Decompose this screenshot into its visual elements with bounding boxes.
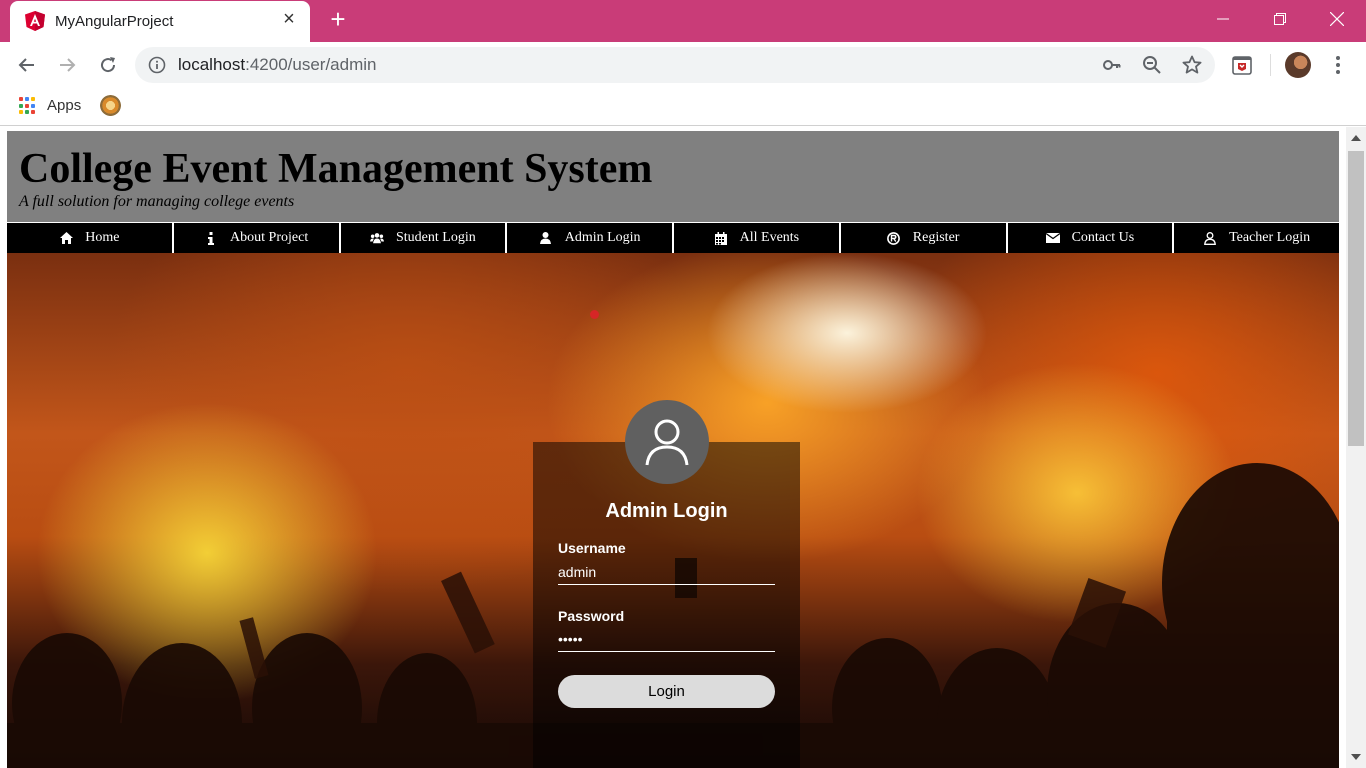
menu-item-about[interactable]: About Project [173, 223, 339, 253]
site-subtitle: A full solution for managing college eve… [19, 193, 295, 210]
kebab-menu-icon[interactable] [1325, 52, 1351, 78]
menu-label: About Project [230, 230, 309, 245]
zoom-out-icon[interactable] [1142, 55, 1162, 75]
menu-label: Teacher Login [1229, 230, 1311, 245]
info-icon [204, 231, 218, 245]
password-label: Password [558, 608, 625, 624]
registered-icon [887, 231, 901, 245]
browser-titlebar: MyAngularProject × + [0, 0, 1366, 42]
menu-label: All Events [739, 230, 800, 245]
back-arrow-icon[interactable] [14, 52, 40, 78]
menu-item-admin-login[interactable]: Admin Login [507, 223, 672, 253]
menu-label: Home [85, 230, 120, 245]
minimize-icon[interactable] [1194, 0, 1252, 38]
apps-bookmark-label[interactable]: Apps [47, 97, 81, 114]
scroll-thumb[interactable] [1348, 151, 1364, 446]
key-icon[interactable] [1102, 55, 1122, 75]
page-scrollbar[interactable] [1346, 127, 1366, 768]
login-card: Admin Login Username Password Login [533, 442, 800, 768]
window-close-icon[interactable] [1308, 0, 1366, 38]
menu-item-register[interactable]: Register [840, 223, 1006, 253]
bookmarks-bar: Apps [0, 88, 1366, 126]
menu-label: Admin Login [564, 230, 641, 245]
new-tab-icon[interactable]: + [326, 6, 350, 32]
forward-arrow-icon[interactable] [54, 52, 80, 78]
url-host: localhost [178, 55, 246, 74]
url-text[interactable]: localhost:4200/user/admin [178, 55, 376, 75]
bookmark-favicon-icon[interactable] [100, 95, 121, 116]
angular-icon [25, 11, 45, 31]
menu-label: Contact Us [1071, 230, 1135, 245]
menu-label: Register [912, 230, 960, 245]
main-menu: Home About Project Student Login Admin L… [7, 223, 1339, 253]
profile-avatar[interactable] [1285, 52, 1311, 78]
menu-item-student-login[interactable]: Student Login [340, 223, 506, 253]
menu-label: Student Login [396, 230, 476, 245]
user-avatar-icon [625, 400, 709, 484]
page-viewport: College Event Management System A full s… [0, 127, 1366, 768]
username-input[interactable] [558, 559, 775, 585]
info-circle-icon[interactable] [148, 56, 166, 74]
password-input[interactable] [558, 626, 775, 652]
login-button[interactable]: Login [558, 675, 775, 708]
home-icon [59, 231, 73, 245]
calendar-icon [714, 231, 728, 245]
toolbar-divider [1270, 54, 1271, 76]
menu-item-all-events[interactable]: All Events [674, 223, 839, 253]
scroll-down-icon[interactable] [1351, 754, 1361, 760]
address-bar[interactable]: localhost:4200/user/admin [135, 47, 1215, 83]
menu-item-home[interactable]: Home [7, 223, 172, 253]
tab-close-icon[interactable]: × [280, 9, 298, 29]
url-path: :4200/user/admin [245, 55, 377, 74]
scroll-up-icon[interactable] [1351, 135, 1361, 141]
extension-icon[interactable] [1229, 52, 1255, 78]
browser-toolbar: localhost:4200/user/admin [0, 42, 1366, 88]
star-icon[interactable] [1182, 55, 1202, 75]
reload-icon[interactable] [95, 52, 121, 78]
username-label: Username [558, 540, 626, 556]
user-outline-icon [1203, 231, 1217, 245]
menu-item-teacher-login[interactable]: Teacher Login [1174, 223, 1339, 253]
tab-title: MyAngularProject [55, 13, 174, 30]
apps-grid-icon[interactable] [19, 97, 37, 115]
envelope-icon [1045, 231, 1060, 245]
menu-item-contact[interactable]: Contact Us [1007, 223, 1173, 253]
login-title: Admin Login [605, 500, 728, 522]
restore-icon[interactable] [1251, 0, 1309, 38]
browser-tab[interactable]: MyAngularProject × [10, 1, 310, 42]
users-icon [370, 231, 384, 245]
site-title: College Event Management System [19, 146, 653, 192]
user-icon [539, 231, 553, 245]
site-header: College Event Management System A full s… [7, 131, 1339, 222]
